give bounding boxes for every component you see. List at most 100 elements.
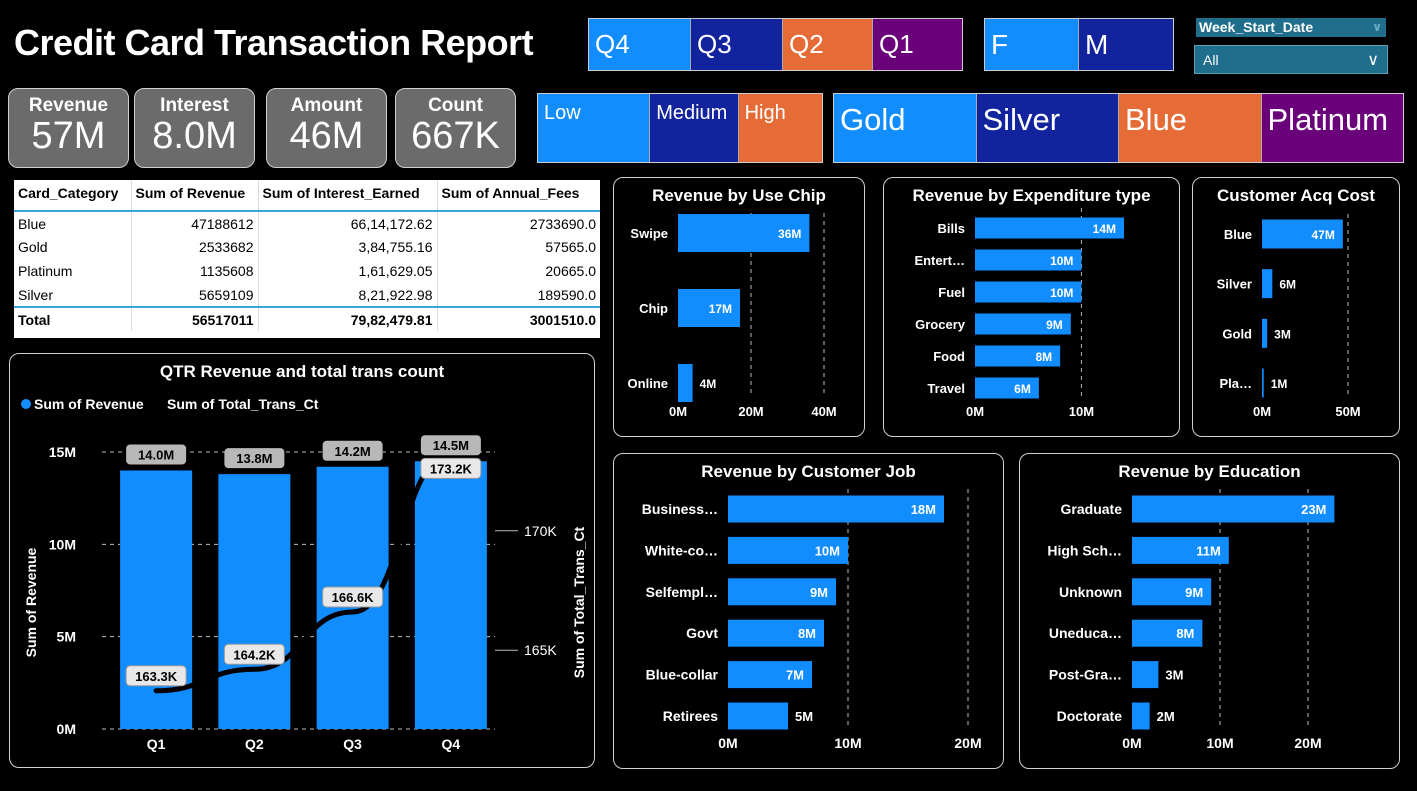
x-tick-label: Q3 xyxy=(343,736,362,752)
category-label: Gold xyxy=(1222,326,1252,341)
data-label: 13.8M xyxy=(236,451,272,466)
matrix-header[interactable]: Card_Category xyxy=(14,180,132,212)
table-cell: Gold xyxy=(14,235,132,259)
data-label: 23M xyxy=(1301,502,1326,517)
gender-option[interactable]: F xyxy=(985,19,1079,70)
category-label: Blue-collar xyxy=(646,667,719,683)
data-label: 14.5M xyxy=(433,438,469,453)
data-label: 9M xyxy=(810,585,828,600)
table-cell: Platinum xyxy=(14,259,132,283)
qtr-chart-panel: QTR Revenue and total trans count Sum of… xyxy=(9,353,595,768)
series-line xyxy=(153,451,454,694)
data-label: 7M xyxy=(786,668,804,683)
x-tick-label: 40M xyxy=(811,404,836,419)
category-label: Business… xyxy=(642,501,718,517)
kpi-value: 8.0M xyxy=(152,115,237,157)
card-option[interactable]: Silver xyxy=(976,94,1119,162)
legend-label: Sum of Total_Trans_Ct xyxy=(167,396,319,412)
data-label: 4M xyxy=(700,377,717,391)
data-label: 18M xyxy=(911,502,936,517)
table-cell: 2533682 xyxy=(131,235,259,259)
table-row: Platinum 1135608 1,61,629.05 20665.0 xyxy=(14,259,600,283)
legend-label: Sum of Revenue xyxy=(34,396,144,412)
table-cell: 3,84,755.16 xyxy=(258,235,438,259)
data-label: 173.2K xyxy=(430,461,473,476)
income-option[interactable]: Medium xyxy=(650,94,739,162)
card-option[interactable]: Gold xyxy=(834,94,977,162)
week-filter-label: Week_Start_Date ∨ xyxy=(1196,18,1386,37)
table-cell: 66,14,172.62 xyxy=(258,211,438,235)
card-category-slicer: Gold Silver Blue Platinum xyxy=(833,93,1404,163)
data-label: 9M xyxy=(1046,318,1063,332)
matrix-header-row: Card_Category Sum of Revenue Sum of Inte… xyxy=(14,180,600,212)
category-label: Unknown xyxy=(1059,584,1122,600)
category-label: Silver xyxy=(1217,277,1252,292)
data-label: 8M xyxy=(1035,350,1052,364)
table-cell: 20665.0 xyxy=(545,263,596,279)
income-option[interactable]: Low xyxy=(538,94,651,162)
category-label: Bills xyxy=(938,221,965,236)
legend-marker xyxy=(21,399,31,409)
x-tick-label: Q4 xyxy=(442,736,461,752)
bar xyxy=(1262,269,1273,299)
data-label: 10M xyxy=(1050,254,1073,268)
week-filter-dropdown[interactable]: All ∨ xyxy=(1194,45,1388,74)
data-label: 5M xyxy=(795,709,813,724)
x-tick-label: 20M xyxy=(738,404,763,419)
data-label: 8M xyxy=(798,626,816,641)
gender-option[interactable]: M xyxy=(1079,19,1173,70)
x-tick-label: 20M xyxy=(1294,735,1321,751)
expenditure-chart: 0M 10M Bills 14M Entert… 10M Fuel 10M Grocery 9M F… xyxy=(914,208,1124,419)
category-label: Travel xyxy=(927,381,965,396)
category-label: Chip xyxy=(639,301,668,316)
use-chip-chart-panel: Revenue by Use Chip 0M 20M 40M Swipe 36M Chip… xyxy=(613,177,865,437)
y2-tick-label: 165K xyxy=(524,642,557,658)
kpi-revenue: Revenue 57M xyxy=(8,88,129,168)
x-tick-label: 10M xyxy=(1069,404,1094,419)
quarter-option[interactable]: Q4 xyxy=(589,19,691,70)
quarter-option[interactable]: Q1 xyxy=(873,19,962,70)
card-option[interactable]: Platinum xyxy=(1261,94,1403,162)
y2-tick-label: 170K xyxy=(524,523,557,539)
bar xyxy=(1262,368,1264,398)
table-cell: Blue xyxy=(14,211,132,235)
category-label: High Sch… xyxy=(1047,542,1122,558)
y-tick-label: 10M xyxy=(49,536,76,552)
x-tick-label: 0M xyxy=(718,735,737,751)
category-label: Entert… xyxy=(914,253,965,268)
data-label: 10M xyxy=(815,543,840,558)
category-label: Online xyxy=(628,376,668,391)
x-tick-label: 10M xyxy=(834,735,861,751)
quarter-option[interactable]: Q3 xyxy=(691,19,783,70)
data-label: 10M xyxy=(1050,286,1073,300)
x-tick-label: Q2 xyxy=(245,736,264,752)
customer-job-chart: 0M 10M 20M Business… 18M White-co… 10M Selfempl… xyxy=(642,489,982,751)
quarter-option[interactable]: Q2 xyxy=(783,19,873,70)
matrix-header[interactable]: Sum of Annual_Fees xyxy=(437,180,600,212)
table-cell: Silver xyxy=(14,283,132,307)
kpi-interest: Interest 8.0M xyxy=(134,88,255,168)
page-title: Credit Card Transaction Report xyxy=(14,22,534,63)
kpi-label: Amount xyxy=(290,95,363,116)
table-cell: 189590.0 xyxy=(537,286,596,303)
card-category-matrix: Card_Category Sum of Revenue Sum of Inte… xyxy=(14,180,600,338)
table-cell: 1,61,629.05 xyxy=(258,259,438,283)
card-option[interactable]: Blue xyxy=(1119,94,1262,162)
data-label: 3M xyxy=(1274,327,1291,341)
education-chart-panel: Revenue by Education 0M 10M 20M Graduate 23M… xyxy=(1019,453,1400,769)
data-label: 3M xyxy=(1165,668,1183,683)
data-label: 11M xyxy=(1196,543,1221,558)
table-cell: 2733690.0 xyxy=(529,215,596,232)
income-option[interactable]: High xyxy=(738,94,822,162)
category-label: Retirees xyxy=(663,708,718,724)
matrix-header[interactable]: Sum of Revenue xyxy=(131,180,259,212)
x-tick-label: 50M xyxy=(1335,404,1360,419)
table-cell: 79,82,479.81 xyxy=(258,306,438,331)
kpi-label: Count xyxy=(428,95,483,116)
matrix-header[interactable]: Sum of Interest_Earned xyxy=(258,180,438,212)
x-tick-label: Q1 xyxy=(147,736,166,752)
bar xyxy=(678,364,693,402)
kpi-count: Count 667K xyxy=(395,88,516,168)
data-label: 163.3K xyxy=(135,669,178,684)
kpi-value: 667K xyxy=(411,115,500,157)
